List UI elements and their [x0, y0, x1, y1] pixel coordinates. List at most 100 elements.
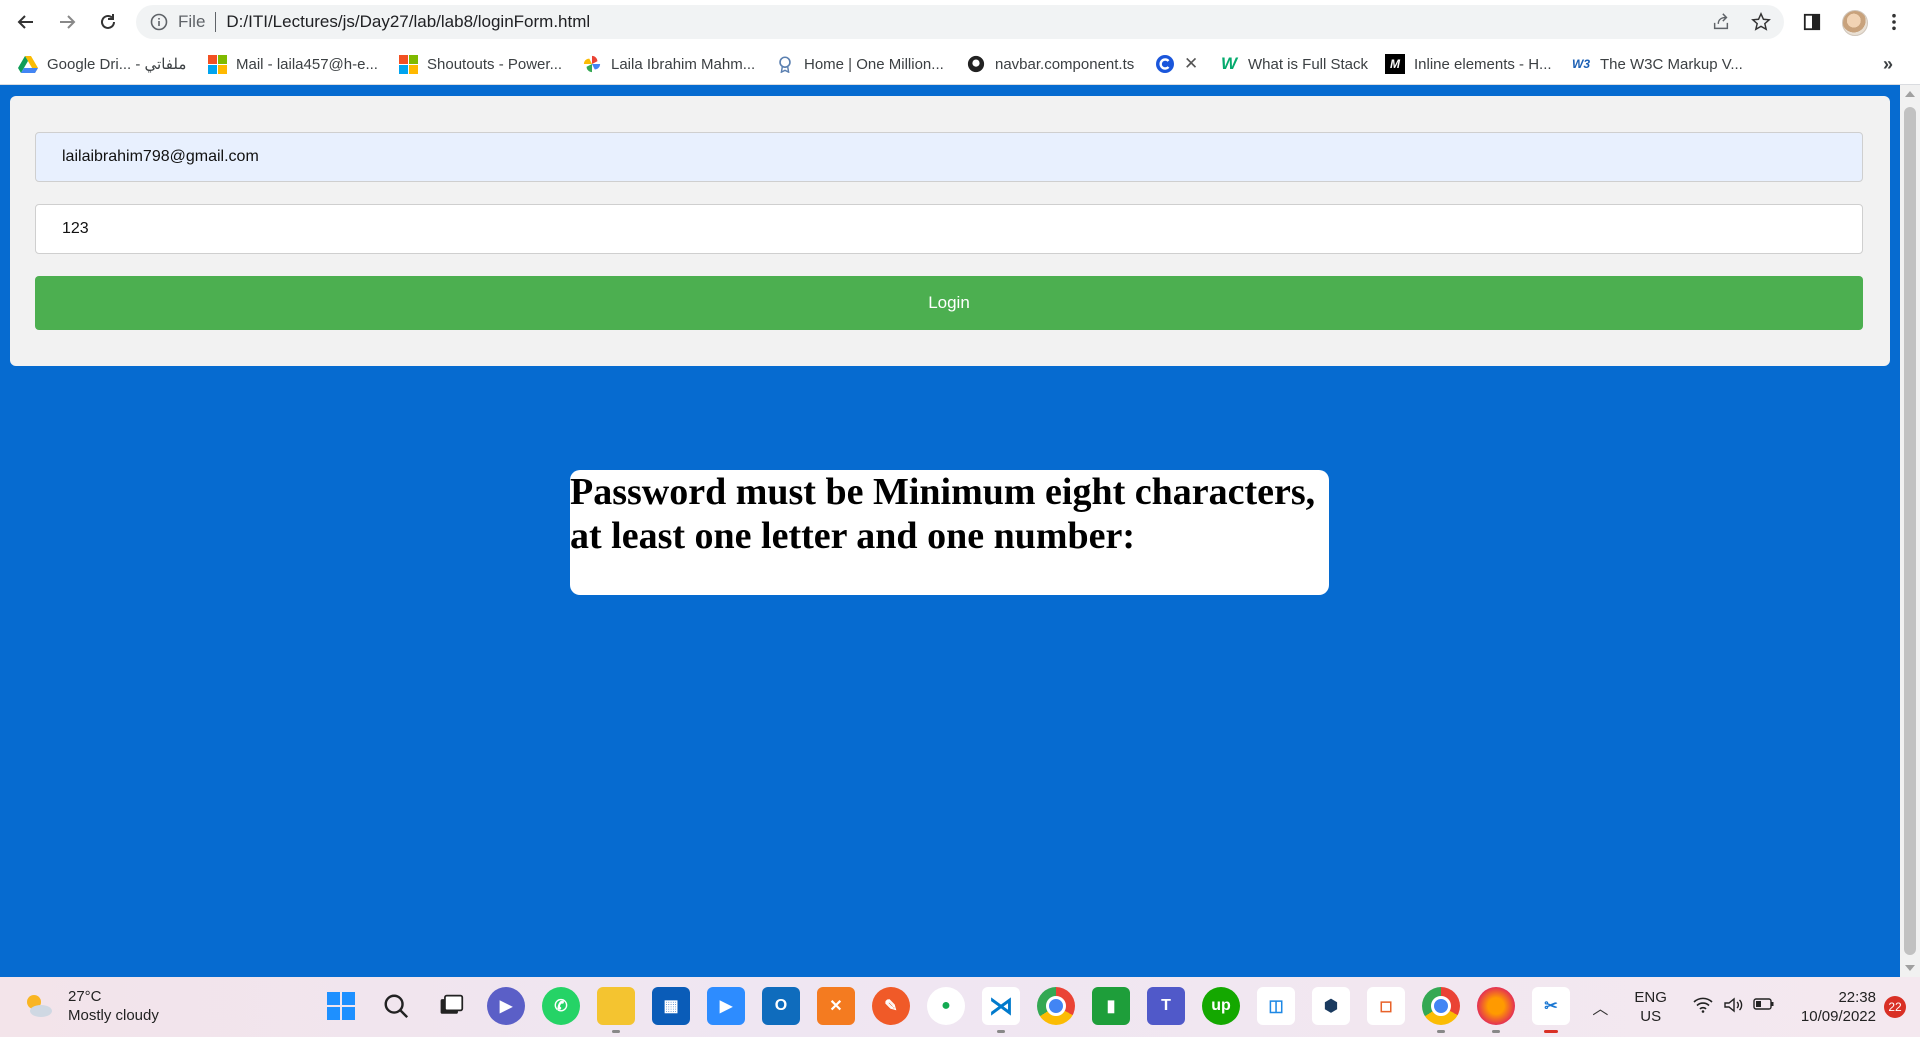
language-indicator[interactable]: ENG US	[1634, 988, 1667, 1026]
password-input[interactable]: 123	[35, 204, 1863, 254]
address-separator	[215, 12, 217, 32]
chevron-up-icon[interactable]: ︿	[1592, 995, 1612, 1019]
info-icon[interactable]	[150, 13, 168, 31]
bookmark-navbar-component[interactable]: navbar.component.ts	[966, 52, 1134, 76]
file-explorer-icon[interactable]	[597, 987, 635, 1033]
snipping-tool-icon[interactable]: ✂	[1532, 987, 1570, 1033]
google-drive-icon	[18, 54, 38, 74]
forward-button[interactable]	[53, 8, 81, 36]
notification-badge[interactable]: 22	[1884, 996, 1906, 1018]
language-code: ENG	[1634, 989, 1667, 1006]
side-panel-icon[interactable]	[1800, 10, 1824, 34]
chrome-profile-icon[interactable]	[1422, 987, 1460, 1033]
scroll-up-arrow-icon[interactable]	[1905, 91, 1915, 97]
bookmark-label: What is Full Stack	[1248, 55, 1369, 73]
bookmark-label: Inline elements - H...	[1414, 55, 1552, 73]
weather-description: Mostly cloudy	[68, 1007, 159, 1024]
mdn-icon: M	[1385, 54, 1405, 74]
xampp-icon[interactable]: ✕	[817, 987, 855, 1025]
bookmark-w3c-markup[interactable]: W3 The W3C Markup V...	[1571, 52, 1743, 76]
bookmark-label: Home | One Million...	[804, 55, 944, 73]
zoom-icon[interactable]: ▶	[707, 987, 745, 1025]
vertical-scrollbar[interactable]	[1900, 85, 1920, 977]
more-bookmarks-chevron-icon[interactable]: »	[1883, 52, 1893, 76]
microsoft-icon	[207, 54, 227, 74]
menu-kebab-icon[interactable]	[1882, 10, 1906, 34]
outlook-icon[interactable]: O	[762, 987, 800, 1025]
url-text[interactable]: D:/ITI/Lectures/js/Day27/lab/lab8/loginF…	[226, 12, 590, 32]
microsoft-store-icon[interactable]: ▦	[652, 987, 690, 1025]
clock-date: 10/09/2022	[1800, 1008, 1876, 1025]
share-icon[interactable]	[1710, 11, 1732, 33]
reload-icon	[101, 14, 115, 29]
validation-message-box: Password must be Minimum eight character…	[570, 470, 1329, 595]
upwork-icon[interactable]: up	[1202, 987, 1240, 1025]
clock[interactable]: 22:38 10/09/2022	[1801, 988, 1876, 1026]
bookmark-mail[interactable]: Mail - laila457@h-e...	[207, 52, 378, 76]
battery-icon	[1753, 997, 1775, 1018]
office-icon[interactable]: ◻	[1367, 987, 1405, 1025]
scrollbar-thumb[interactable]	[1904, 107, 1916, 955]
whatsapp-icon[interactable]: ✆	[542, 987, 580, 1025]
file-scheme-label: File	[178, 12, 206, 31]
back-arrow-icon	[17, 15, 33, 29]
chrome-icon[interactable]	[1037, 987, 1075, 1025]
close-x-icon: ✕	[1184, 54, 1199, 73]
reload-button[interactable]	[94, 8, 122, 36]
bookmark-label: Shoutouts - Power...	[427, 55, 563, 73]
page-viewport: lailaibrahim798@gmail.com 123 Login Pass…	[0, 85, 1900, 977]
wifi-icon	[1693, 997, 1713, 1018]
green-app-icon[interactable]: ▮	[1092, 987, 1130, 1025]
clock-time: 22:38	[1838, 989, 1876, 1006]
weather-temperature: 27°C	[68, 988, 102, 1005]
bookmark-google-drive[interactable]: Google Dri... - ملفاتي	[18, 52, 186, 76]
virtualbox-icon[interactable]: ⬢	[1312, 987, 1350, 1025]
bookmark-label: Laila Ibrahim Mahm...	[611, 55, 756, 73]
bookmarks-bar: Google Dri... - ملفاتي Mail - laila457@h…	[0, 44, 1920, 85]
firefox-icon[interactable]	[1477, 987, 1515, 1033]
postman-icon[interactable]: ✎	[872, 987, 910, 1025]
back-button[interactable]	[12, 8, 40, 36]
forward-arrow-icon	[60, 15, 76, 29]
system-tray: ︿ ENG US 22:38 10/09/2022 22	[1592, 977, 1920, 1037]
email-input[interactable]: lailaibrahim798@gmail.com	[35, 132, 1863, 182]
task-view-icon[interactable]	[432, 987, 470, 1025]
bookmark-inline-elements[interactable]: M Inline elements - H...	[1385, 52, 1552, 76]
w3c-icon: W3	[1572, 57, 1590, 71]
bookmark-shoutouts[interactable]: Shoutouts - Power...	[398, 52, 562, 76]
w3-logo-icon: W	[1220, 54, 1238, 73]
address-bar[interactable]: File D:/ITI/Lectures/js/Day27/lab/lab8/l…	[136, 5, 1784, 39]
windows-start-icon[interactable]	[322, 987, 360, 1025]
chat-icon[interactable]: ▶	[487, 987, 525, 1025]
weather-widget[interactable]: 27°C Mostly cloudy	[22, 987, 159, 1025]
bookmark-one-million[interactable]: Home | One Million...	[775, 52, 944, 76]
scroll-down-arrow-icon[interactable]	[1905, 965, 1915, 971]
github-icon	[966, 54, 986, 74]
bookmark-laila-ibrahim[interactable]: Laila Ibrahim Mahm...	[582, 52, 755, 76]
validation-message: Password must be Minimum eight character…	[570, 471, 1316, 557]
region-code: US	[1640, 1008, 1662, 1025]
vscode-icon[interactable]: ⋊	[982, 987, 1020, 1033]
bookmark-star-icon[interactable]	[1750, 11, 1772, 33]
windows-taskbar: 27°C Mostly cloudy ▶ ✆ ▦ ▶ O ✕ ✎ ● ⋊ ▮ T…	[0, 977, 1920, 1037]
mongodb-compass-icon[interactable]: ●	[927, 987, 965, 1025]
bookmark-label: Mail - laila457@h-e...	[236, 55, 378, 73]
search-icon[interactable]	[377, 987, 415, 1025]
partly-cloudy-icon	[22, 990, 54, 1022]
login-button[interactable]: Login	[35, 276, 1863, 330]
award-icon	[775, 54, 795, 74]
teams-icon[interactable]: T	[1147, 987, 1185, 1025]
bookmark-label: The W3C Markup V...	[1600, 55, 1743, 73]
profile-avatar[interactable]	[1842, 10, 1868, 36]
virtual-desktop-icon[interactable]: ◫	[1257, 987, 1295, 1025]
pinwheel-icon	[582, 54, 602, 74]
bookmark-full-stack[interactable]: W What is Full Stack	[1219, 52, 1368, 76]
bookmark-label: Google Dri... - ملفاتي	[47, 56, 187, 73]
system-icons[interactable]	[1693, 997, 1775, 1018]
browser-toolbar: File D:/ITI/Lectures/js/Day27/lab/lab8/l…	[0, 0, 1920, 44]
login-form: lailaibrahim798@gmail.com 123 Login	[10, 96, 1890, 366]
c-logo-icon	[1155, 54, 1175, 74]
volume-icon	[1723, 997, 1743, 1018]
bookmark-c-site[interactable]: ✕	[1155, 52, 1198, 76]
microsoft-icon	[398, 54, 418, 74]
